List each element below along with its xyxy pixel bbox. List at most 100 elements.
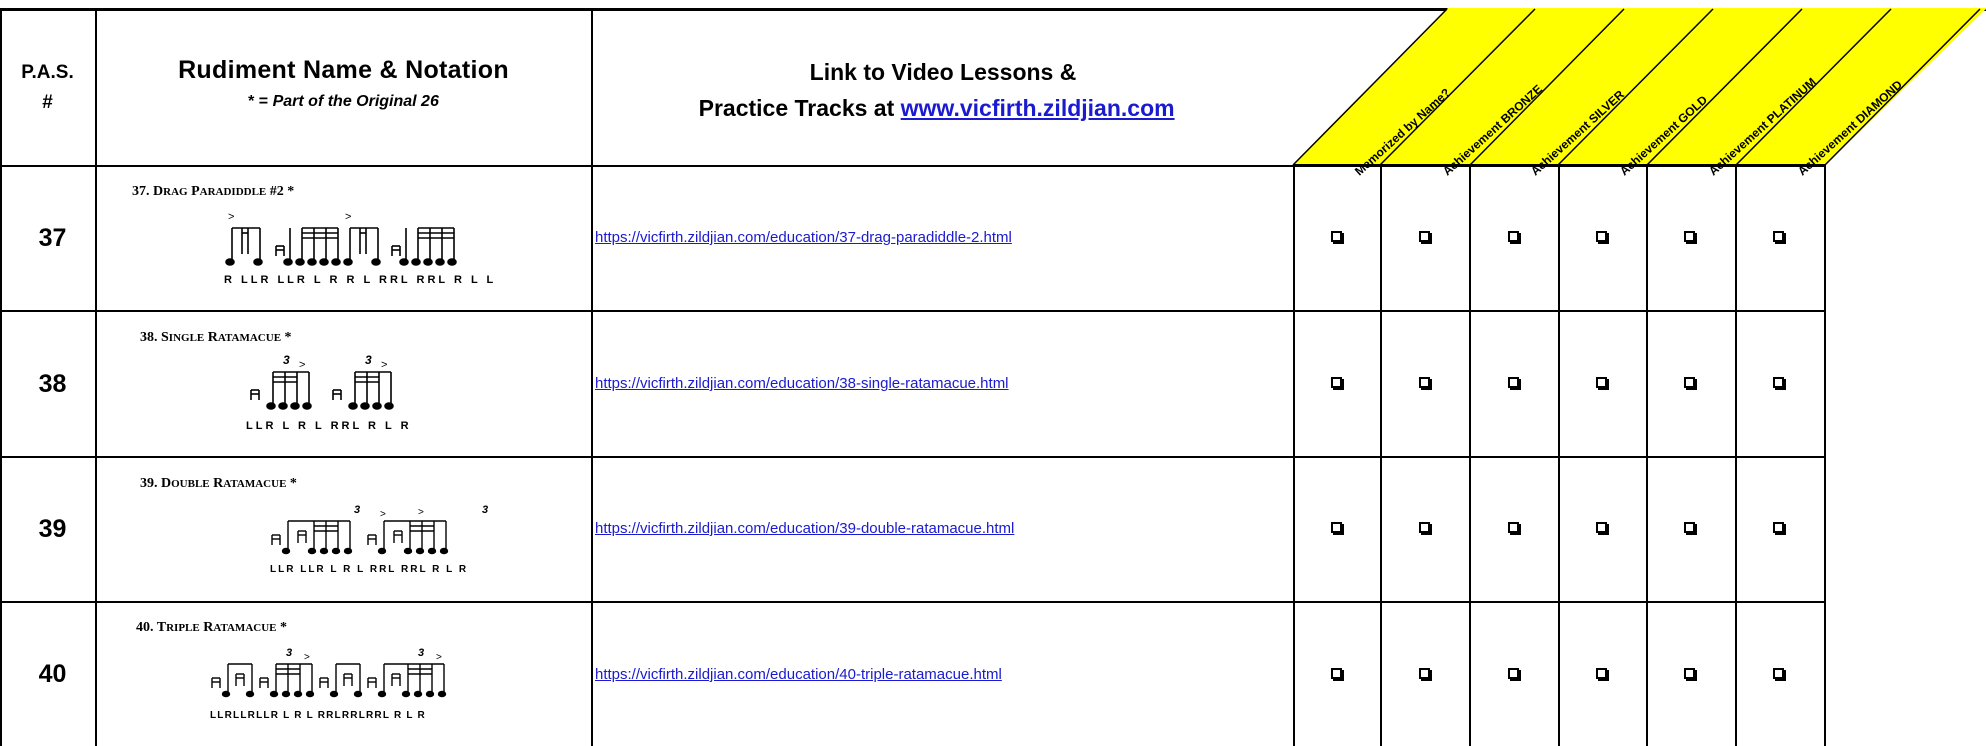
rudiment-title: 38. SINGLE RATAMACUE * [140, 330, 292, 346]
title-cap: S [161, 330, 169, 345]
notation-staff-37: > > [225, 211, 457, 266]
checkbox-diamond-38[interactable] [1773, 377, 1784, 388]
checkbox-bronze-39[interactable] [1419, 522, 1430, 533]
checkbox-bronze-37[interactable] [1419, 231, 1430, 242]
title-cap: P [191, 184, 200, 199]
svg-text:>: > [304, 652, 310, 663]
pas-number: 37 [38, 224, 67, 252]
rudiment-number: 39. [140, 476, 158, 491]
vicfirth-site-link[interactable]: www.vicfirth.zildjian.com [901, 95, 1175, 121]
checkbox-memorized-38[interactable] [1331, 377, 1342, 388]
title-smallcaps: ARADIDDLE [199, 186, 267, 198]
title-smallcaps: ATAMACUE [223, 478, 287, 490]
link-header-line2: Practice Tracks at www.vicfirth.zildjian… [593, 90, 1293, 126]
checkbox-memorized-39[interactable] [1331, 522, 1342, 533]
checkbox-gold-38[interactable] [1596, 377, 1607, 388]
rudiment-title: 40. TRIPLE RATAMACUE * [136, 620, 287, 636]
grid-line [0, 456, 1825, 458]
rudiment-title: 37. DRAG PARADIDDLE #2 * [132, 184, 294, 200]
pas-header-line1: P.A.S. [21, 62, 74, 83]
title-cap: R [207, 330, 218, 345]
rudiment-name-header-title: Rudiment Name & Notation [178, 56, 509, 84]
rudiment-name-column-header: Rudiment Name & Notation * = Part of the… [96, 56, 591, 111]
title-cap: R [203, 620, 214, 635]
notation-staff-39: 3 > 3 > [271, 504, 488, 555]
svg-text:>: > [436, 652, 442, 663]
checkbox-platinum-38[interactable] [1684, 377, 1695, 388]
sticking-pattern: LLR LLR L R L RRL RRL R L R [270, 564, 469, 575]
title-smallcaps: OUBLE [171, 478, 210, 490]
title-cap: D [161, 476, 172, 491]
svg-text:>: > [228, 211, 234, 223]
link-column-header: Link to Video Lessons & Practice Tracks … [593, 54, 1293, 126]
original-26-legend: Part of the Original 26 [272, 93, 439, 110]
pas-number: 38 [38, 370, 67, 398]
checkbox-platinum-37[interactable] [1684, 231, 1695, 242]
pas-number: 39 [38, 515, 67, 543]
grid-line [0, 310, 1825, 312]
rudiment-number: 40. [136, 620, 154, 635]
rudiment-name-header-subtitle: * = Part of the Original 26 [96, 93, 591, 111]
title-cap: R [213, 476, 224, 491]
title-smallcaps: RIPLE [166, 622, 200, 634]
checkbox-gold-40[interactable] [1596, 668, 1607, 679]
title-suffix: #2 * [269, 184, 295, 199]
checkbox-platinum-40[interactable] [1684, 668, 1695, 679]
pas-column-header: P.A.S. # [0, 58, 95, 118]
notation-staff-38: 3 > 3 > [250, 353, 394, 410]
svg-text:3: 3 [418, 647, 424, 659]
checkbox-silver-37[interactable] [1508, 231, 1519, 242]
sticking-pattern: LLRLLRLLR L R L RRLRRLRRL R L R [210, 710, 426, 721]
title-suffix: * [284, 330, 292, 345]
checkbox-bronze-40[interactable] [1419, 668, 1430, 679]
checkbox-diamond-37[interactable] [1773, 231, 1784, 242]
sticking-pattern: R LLR LLR L R R L RRL RRL R L L [224, 274, 497, 286]
checkbox-silver-40[interactable] [1508, 668, 1519, 679]
link-header-line1: Link to Video Lessons & [809, 59, 1077, 85]
sticking-pattern: LLR L R L RRL R L R [246, 420, 412, 432]
svg-text:>: > [418, 507, 424, 518]
checkbox-memorized-40[interactable] [1331, 668, 1342, 679]
title-cap: D [153, 184, 164, 199]
svg-text:3: 3 [286, 647, 292, 659]
checkbox-gold-39[interactable] [1596, 522, 1607, 533]
pas-number: 40 [38, 660, 67, 688]
title-cap: T [156, 620, 167, 635]
grid-line [0, 601, 1825, 603]
title-smallcaps: ATAMACUE [217, 332, 282, 344]
svg-text:>: > [299, 359, 305, 371]
title-smallcaps: INGLE [168, 332, 205, 344]
svg-text:3: 3 [354, 504, 360, 516]
svg-text:3: 3 [482, 504, 488, 516]
title-suffix: * [280, 620, 287, 635]
checkbox-bronze-38[interactable] [1419, 377, 1430, 388]
rudiment-checklist-page: Memorized by Name? Achievement BRONZE Ac… [0, 0, 1986, 746]
svg-text:>: > [345, 211, 351, 223]
pas-header-line2: # [42, 92, 53, 113]
star-legend: * = [248, 93, 269, 110]
video-lesson-link[interactable]: https://vicfirth.zildjian.com/education/… [595, 375, 1009, 392]
checkbox-diamond-39[interactable] [1773, 522, 1784, 533]
link-header-prefix: Practice Tracks at [698, 95, 895, 121]
svg-text:>: > [381, 359, 387, 371]
notation-staff-40: 3 > 3 > [211, 647, 447, 698]
svg-text:>: > [380, 509, 386, 520]
title-smallcaps: RAG [163, 186, 188, 198]
video-lesson-link[interactable]: https://vicfirth.zildjian.com/education/… [595, 666, 1002, 683]
svg-text:3: 3 [365, 353, 372, 367]
checkbox-diamond-40[interactable] [1773, 668, 1784, 679]
checkbox-silver-38[interactable] [1508, 377, 1519, 388]
title-suffix: * [289, 476, 297, 491]
video-lesson-link[interactable]: https://vicfirth.zildjian.com/education/… [595, 520, 1014, 537]
rudiment-number: 37. [132, 184, 150, 199]
grid-line [0, 165, 1825, 167]
rudiment-number: 38. [140, 330, 158, 345]
checkbox-silver-39[interactable] [1508, 522, 1519, 533]
rudiment-title: 39. DOUBLE RATAMACUE * [140, 476, 297, 492]
checkbox-platinum-39[interactable] [1684, 522, 1695, 533]
checkbox-gold-37[interactable] [1596, 231, 1607, 242]
title-smallcaps: ATAMACUE [213, 622, 277, 634]
video-lesson-link[interactable]: https://vicfirth.zildjian.com/education/… [595, 229, 1012, 246]
checkbox-memorized-37[interactable] [1331, 231, 1342, 242]
svg-text:3: 3 [283, 353, 290, 367]
